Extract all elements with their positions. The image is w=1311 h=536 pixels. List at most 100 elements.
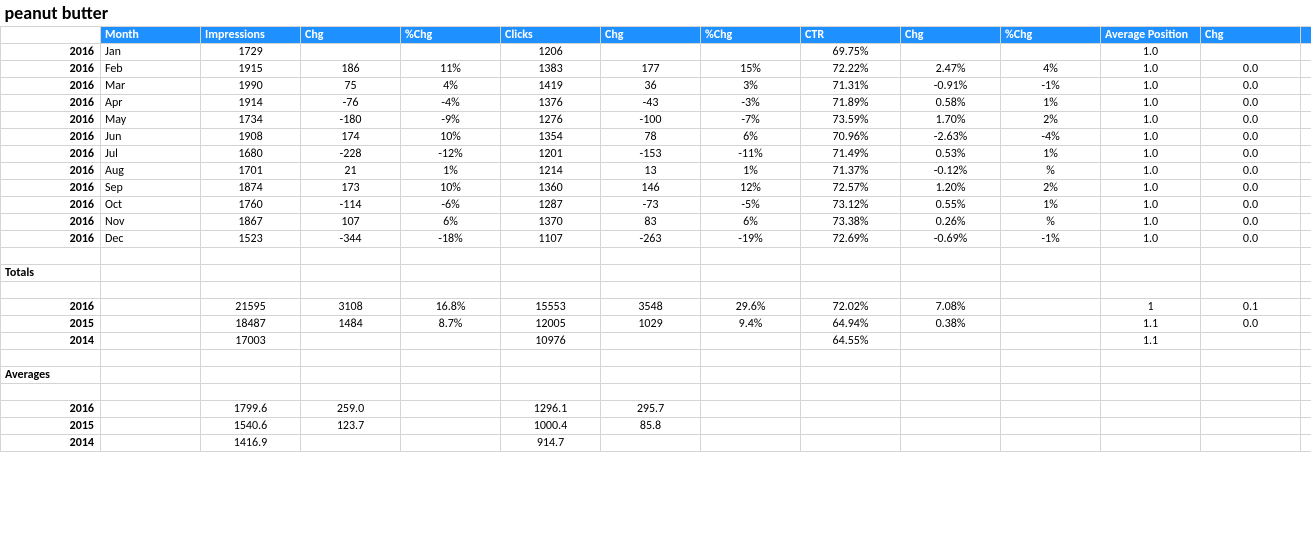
cell[interactable]	[1001, 350, 1101, 367]
cell[interactable]	[1201, 401, 1301, 418]
cell[interactable]	[1001, 401, 1101, 418]
cell[interactable]	[301, 282, 401, 299]
cell[interactable]	[201, 367, 301, 384]
cell[interactable]	[1201, 248, 1301, 265]
cell[interactable]	[901, 367, 1001, 384]
cell[interactable]	[901, 435, 1001, 452]
cell[interactable]	[1001, 367, 1101, 384]
cell[interactable]	[601, 282, 701, 299]
cell[interactable]	[1301, 197, 1311, 214]
cell[interactable]	[101, 282, 201, 299]
cell[interactable]	[901, 401, 1001, 418]
cell[interactable]	[801, 265, 901, 282]
cell[interactable]	[901, 265, 1001, 282]
cell[interactable]	[1, 384, 101, 401]
cell[interactable]	[1301, 418, 1311, 435]
cell[interactable]	[1301, 248, 1311, 265]
cell[interactable]	[401, 265, 501, 282]
cell[interactable]	[1301, 146, 1311, 163]
cell[interactable]	[601, 367, 701, 384]
cell[interactable]	[301, 384, 401, 401]
cell[interactable]	[201, 265, 301, 282]
cell[interactable]	[101, 401, 201, 418]
cell[interactable]	[1301, 384, 1311, 401]
cell[interactable]	[1001, 248, 1101, 265]
cell[interactable]	[1101, 367, 1201, 384]
cell[interactable]	[1301, 214, 1311, 231]
cell[interactable]	[601, 350, 701, 367]
spreadsheet-table[interactable]: peanut butterMonthImpressionsChg%ChgClic…	[0, 0, 1311, 452]
cell[interactable]	[1201, 418, 1301, 435]
cell[interactable]	[801, 384, 901, 401]
cell[interactable]	[501, 384, 601, 401]
cell[interactable]	[701, 418, 801, 435]
cell[interactable]	[201, 248, 301, 265]
cell[interactable]	[1101, 384, 1201, 401]
cell[interactable]	[801, 248, 901, 265]
cell[interactable]	[201, 384, 301, 401]
cell[interactable]	[401, 435, 501, 452]
cell[interactable]	[1001, 384, 1101, 401]
cell[interactable]	[1001, 418, 1101, 435]
cell[interactable]	[101, 299, 201, 316]
cell[interactable]	[1301, 129, 1311, 146]
cell[interactable]	[601, 265, 701, 282]
cell[interactable]	[101, 418, 201, 435]
cell[interactable]	[401, 248, 501, 265]
cell[interactable]	[801, 282, 901, 299]
cell[interactable]	[701, 350, 801, 367]
cell[interactable]	[1, 248, 101, 265]
cell[interactable]	[1301, 231, 1311, 248]
cell[interactable]	[1001, 265, 1101, 282]
cell[interactable]	[701, 384, 801, 401]
cell[interactable]	[101, 384, 201, 401]
cell[interactable]	[1301, 180, 1311, 197]
cell[interactable]	[701, 265, 801, 282]
cell[interactable]	[1, 350, 101, 367]
cell[interactable]	[1301, 435, 1311, 452]
cell[interactable]	[1301, 265, 1311, 282]
cell[interactable]	[1301, 44, 1311, 61]
cell[interactable]	[1101, 265, 1201, 282]
cell[interactable]	[101, 435, 201, 452]
cell[interactable]	[1301, 78, 1311, 95]
cell[interactable]	[701, 248, 801, 265]
cell[interactable]	[101, 333, 201, 350]
cell[interactable]	[1201, 367, 1301, 384]
cell[interactable]	[401, 350, 501, 367]
cell[interactable]	[401, 401, 501, 418]
cell[interactable]	[1301, 299, 1311, 316]
cell[interactable]	[1201, 384, 1301, 401]
cell[interactable]	[301, 248, 401, 265]
cell[interactable]	[401, 418, 501, 435]
cell[interactable]	[501, 282, 601, 299]
cell[interactable]	[501, 265, 601, 282]
cell[interactable]	[401, 367, 501, 384]
cell[interactable]	[1301, 333, 1311, 350]
cell[interactable]	[1, 27, 101, 44]
cell[interactable]	[801, 418, 901, 435]
cell[interactable]	[1101, 282, 1201, 299]
cell[interactable]	[901, 350, 1001, 367]
cell[interactable]	[101, 248, 201, 265]
cell[interactable]	[501, 367, 601, 384]
cell[interactable]	[1101, 401, 1201, 418]
cell[interactable]	[701, 435, 801, 452]
cell[interactable]	[1301, 367, 1311, 384]
cell[interactable]	[1201, 350, 1301, 367]
cell[interactable]	[1301, 316, 1311, 333]
cell[interactable]	[301, 265, 401, 282]
cell[interactable]	[901, 418, 1001, 435]
cell[interactable]	[901, 282, 1001, 299]
cell[interactable]	[501, 350, 601, 367]
cell[interactable]	[1, 282, 101, 299]
cell[interactable]	[701, 367, 801, 384]
cell[interactable]	[701, 282, 801, 299]
cell[interactable]	[101, 367, 201, 384]
cell[interactable]	[801, 350, 901, 367]
cell[interactable]	[101, 265, 201, 282]
cell[interactable]	[1301, 282, 1311, 299]
cell[interactable]	[1201, 435, 1301, 452]
cell[interactable]	[301, 350, 401, 367]
cell[interactable]	[1301, 112, 1311, 129]
